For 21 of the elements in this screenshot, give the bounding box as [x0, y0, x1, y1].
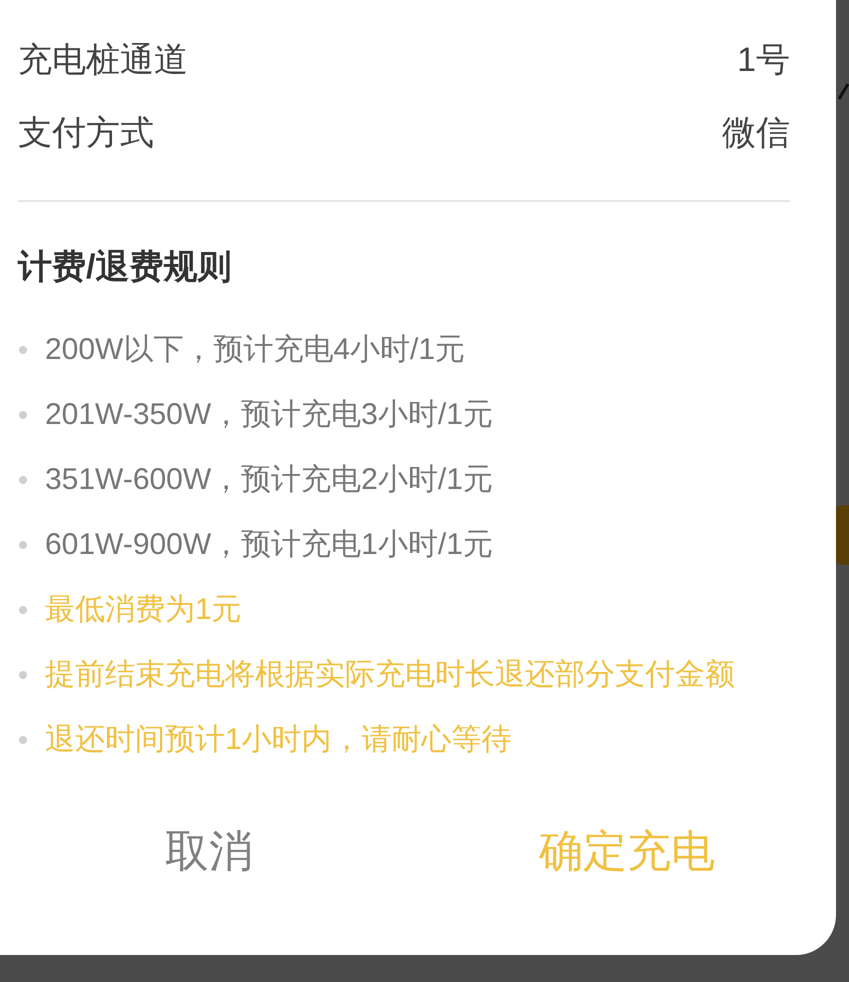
- detail-label: 支付方式: [18, 113, 154, 154]
- bullet-icon: [19, 476, 27, 484]
- rule-text: 201W-350W，预计充电3小时/1元: [45, 397, 493, 433]
- bullet-icon: [19, 540, 27, 548]
- detail-label: 充电桩通道: [18, 40, 188, 81]
- detail-value: 1号: [737, 40, 790, 81]
- bullet-icon: [19, 736, 27, 744]
- rule-text: 351W-600W，预计充电2小时/1元: [45, 462, 493, 498]
- section-title: 计费/退费规则: [16, 247, 232, 287]
- chevron-icon: [838, 80, 849, 100]
- rule-text: 最低消费为1元: [45, 592, 242, 628]
- rule-text: 601W-900W，预计充电1小时/1元: [45, 527, 493, 563]
- bullet-icon: [19, 410, 27, 418]
- bullet-icon: [19, 670, 27, 678]
- bullet-icon: [19, 346, 27, 354]
- bullet-icon: [19, 606, 27, 614]
- rule-text: 退还时间预计1小时内，请耐心等待: [45, 722, 512, 758]
- detail-value: 微信: [722, 113, 790, 154]
- rule-text: 提前结束充电将根据实际充电时长退还部分支付金额: [45, 657, 735, 693]
- cancel-button[interactable]: 取消: [165, 819, 253, 885]
- rule-text: 200W以下，预计充电4小时/1元: [45, 332, 466, 368]
